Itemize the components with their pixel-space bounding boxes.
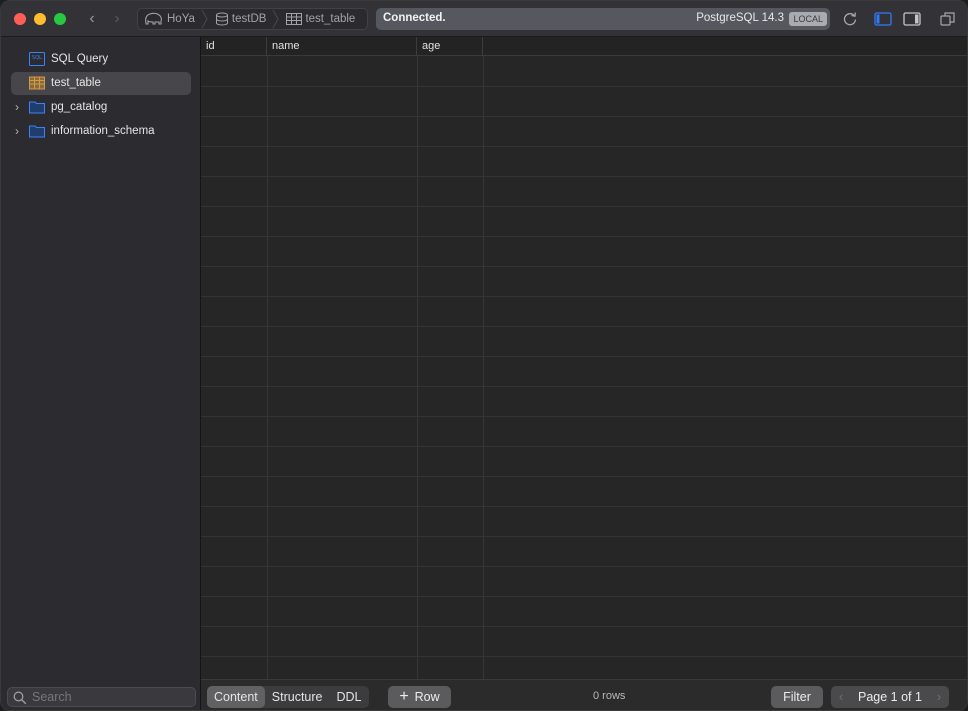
forward-chevron-icon[interactable]: ›: [109, 10, 125, 28]
add-row-label: Row: [414, 690, 440, 704]
app-window: ‹ › HoYa testDB test_table Connected. Po…: [0, 0, 968, 711]
page-indicator[interactable]: Page 1 of 1: [849, 686, 931, 708]
column-header-age[interactable]: age: [417, 37, 483, 56]
grid-row-divider: [201, 296, 967, 297]
grid-row-divider: [201, 566, 967, 567]
database-version: PostgreSQL 14.3: [696, 12, 784, 24]
toggle-left-sidebar-icon[interactable]: [874, 10, 892, 28]
breadcrumb-separator-icon: [201, 9, 208, 29]
grid-row-divider: [201, 116, 967, 117]
bottom-bar: Content Structure DDL + Row 0 rows Filte…: [201, 679, 967, 710]
svg-text:SQL: SQL: [32, 55, 42, 61]
previous-page-icon[interactable]: ‹: [833, 686, 849, 708]
maximize-window-button[interactable]: [54, 13, 66, 25]
breadcrumb-separator-icon: [273, 9, 280, 29]
connection-status-text: Connected.: [383, 12, 446, 24]
sidebar-item-label: SQL Query: [51, 53, 109, 65]
sidebar-item-test-table[interactable]: test_table: [11, 72, 191, 95]
column-header-name[interactable]: name: [267, 37, 417, 56]
folder-icon: [29, 101, 45, 114]
table-icon: [29, 76, 45, 90]
grid-row-divider: [201, 266, 967, 267]
breadcrumb-table-label: test_table: [305, 13, 356, 25]
grid-row-divider: [201, 476, 967, 477]
pagination: ‹ Page 1 of 1 ›: [831, 686, 949, 708]
breadcrumb-connection-label: HoYa: [167, 13, 195, 25]
chevron-right-icon[interactable]: ›: [15, 100, 25, 114]
sidebar-item-label: information_schema: [51, 125, 155, 137]
breadcrumb-connection[interactable]: HoYa: [138, 9, 201, 29]
grid-row-divider: [201, 326, 967, 327]
breadcrumb-table[interactable]: test_table: [280, 9, 361, 29]
tab-structure[interactable]: Structure: [265, 686, 330, 708]
sidebar-item-label: pg_catalog: [51, 101, 108, 113]
next-page-icon[interactable]: ›: [931, 686, 947, 708]
environment-badge: LOCAL: [789, 12, 827, 26]
data-grid[interactable]: id name age: [201, 37, 967, 679]
plus-icon: +: [399, 688, 409, 705]
tab-ddl[interactable]: DDL: [330, 686, 369, 708]
refresh-icon[interactable]: [841, 10, 859, 28]
grid-column-divider: [417, 56, 418, 679]
grid-row-divider: [201, 176, 967, 177]
grid-row-divider: [201, 506, 967, 507]
row-count: 0 rows: [593, 690, 626, 702]
breadcrumb: HoYa testDB test_table: [137, 8, 368, 30]
sidebar-item-sql-query[interactable]: SQL SQL Query: [11, 48, 191, 71]
grid-row-divider: [201, 86, 967, 87]
grid-column-divider: [483, 56, 484, 679]
back-chevron-icon[interactable]: ‹: [84, 10, 100, 28]
chevron-right-icon[interactable]: ›: [15, 124, 25, 138]
tab-content[interactable]: Content: [207, 686, 265, 708]
add-row-button[interactable]: + Row: [388, 686, 451, 708]
breadcrumb-database[interactable]: testDB: [209, 9, 273, 29]
elephant-icon: [145, 12, 162, 25]
database-icon: [215, 12, 228, 26]
grid-row-divider: [201, 386, 967, 387]
grid-row-divider: [201, 416, 967, 417]
grid-column-divider: [267, 56, 268, 679]
grid-row-divider: [201, 356, 967, 357]
grid-row-divider: [201, 446, 967, 447]
window-mode-icon[interactable]: [939, 10, 957, 28]
sidebar-item-information-schema[interactable]: › information_schema: [11, 120, 191, 143]
sidebar-item-label: test_table: [51, 77, 101, 89]
grid-row-divider: [201, 626, 967, 627]
breadcrumb-database-label: testDB: [231, 13, 267, 25]
table-icon: [286, 13, 303, 25]
search-icon: [13, 691, 27, 705]
view-tab-selector: Content Structure DDL: [207, 686, 369, 708]
minimize-window-button[interactable]: [34, 13, 46, 25]
sidebar-item-pg-catalog[interactable]: › pg_catalog: [11, 96, 191, 119]
grid-header: id name age: [201, 37, 967, 56]
sidebar: SQL SQL Query test_table › pg_catalog ›: [1, 37, 201, 710]
grid-row-divider: [201, 656, 967, 657]
sql-file-icon: SQL: [29, 52, 45, 66]
close-window-button[interactable]: [14, 13, 26, 25]
filter-button[interactable]: Filter: [771, 686, 823, 708]
sidebar-search: [7, 687, 196, 707]
grid-row-divider: [201, 146, 967, 147]
title-bar: ‹ › HoYa testDB test_table Connected. Po…: [1, 1, 967, 37]
grid-row-divider: [201, 206, 967, 207]
toggle-right-sidebar-icon[interactable]: [903, 10, 921, 28]
column-header-id[interactable]: id: [201, 37, 267, 56]
grid-row-divider: [201, 596, 967, 597]
search-input[interactable]: [32, 689, 192, 705]
folder-icon: [29, 125, 45, 138]
connection-status-bar: Connected. PostgreSQL 14.3 LOCAL: [376, 8, 830, 30]
grid-row-divider: [201, 236, 967, 237]
grid-row-divider: [201, 536, 967, 537]
